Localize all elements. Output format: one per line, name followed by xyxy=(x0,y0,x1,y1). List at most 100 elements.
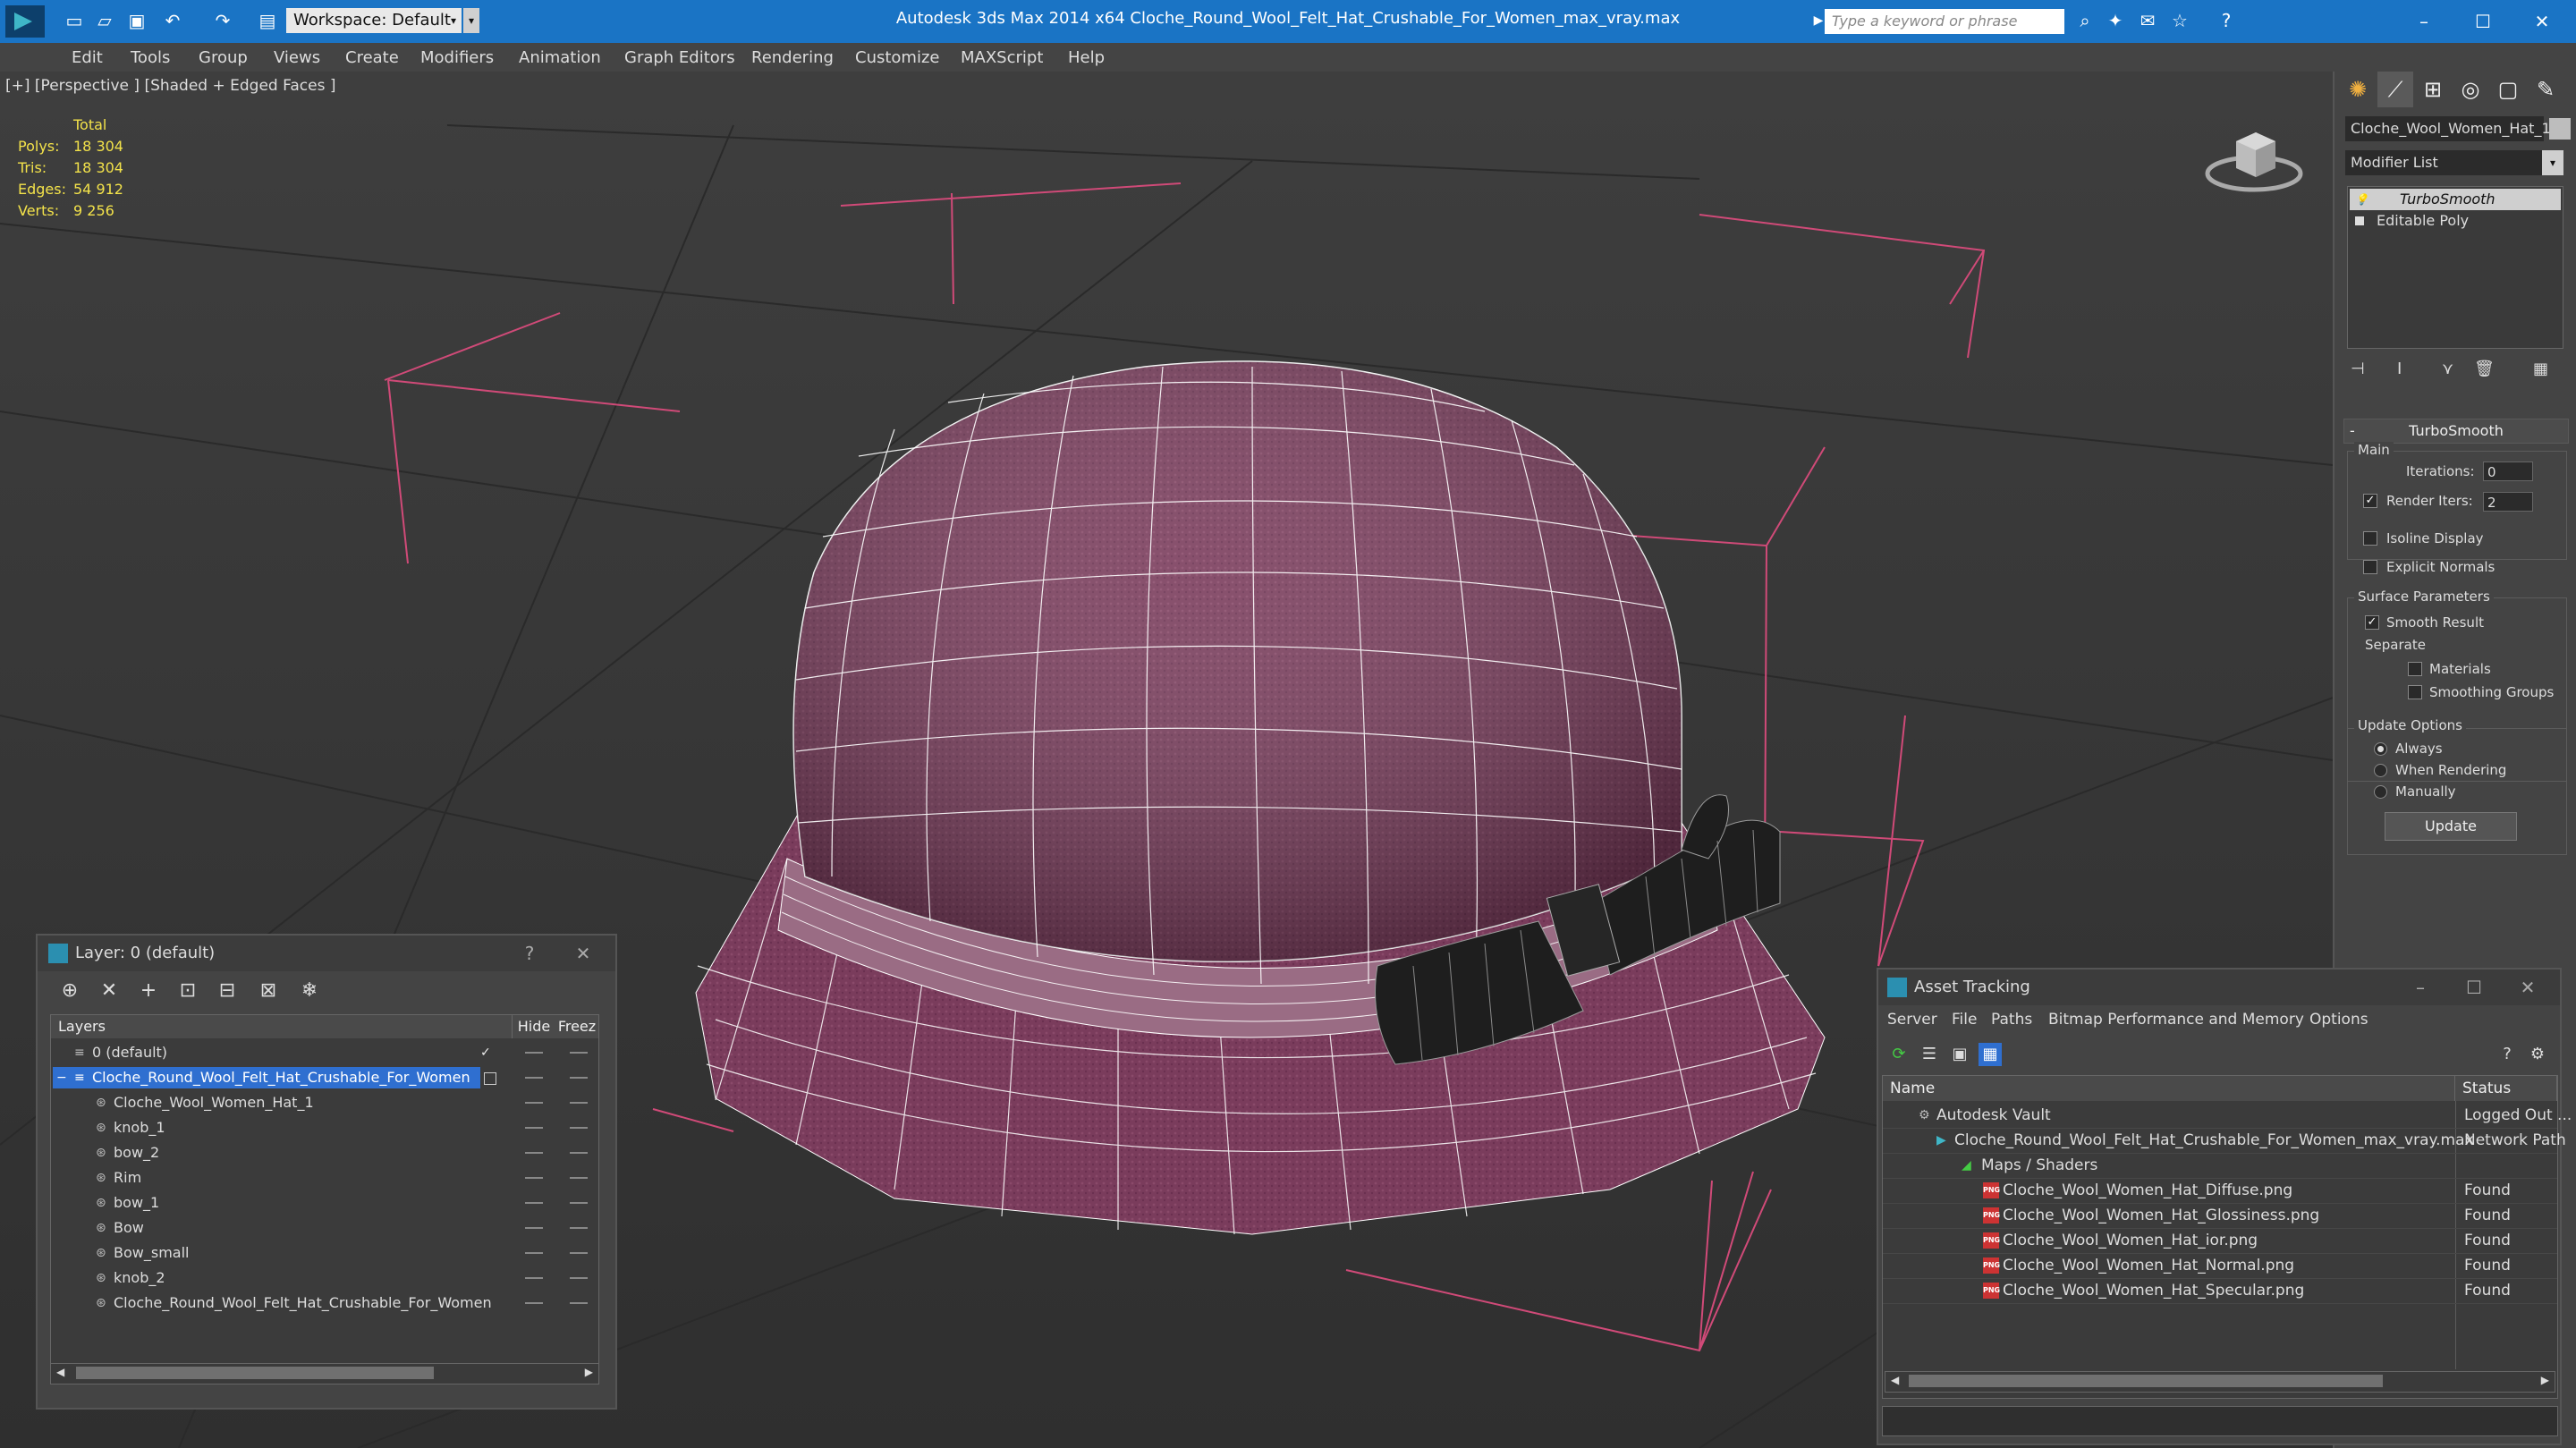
communication-icon[interactable]: ✉ xyxy=(2136,9,2159,32)
list-view-icon[interactable]: ☰ xyxy=(1918,1043,1941,1066)
minimize-button[interactable]: – xyxy=(2397,4,2451,39)
manually-radio[interactable] xyxy=(2374,785,2387,799)
table-row[interactable]: ◢ Maps / Shaders xyxy=(1883,1153,2557,1179)
freeze-toggle[interactable] xyxy=(570,1202,588,1204)
hide-toggle[interactable] xyxy=(525,1127,543,1129)
freeze-all-icon[interactable]: ❄ xyxy=(297,978,322,1003)
maximize-button[interactable]: ☐ xyxy=(2456,970,2492,1005)
col-hide[interactable]: Hide xyxy=(513,1015,556,1038)
refresh-icon[interactable]: ⟳ xyxy=(1887,1043,1911,1066)
display-tab-icon[interactable]: ▢ xyxy=(2490,72,2526,107)
help-button[interactable]: ? xyxy=(512,936,547,971)
hide-all-icon[interactable]: ⊠ xyxy=(256,978,281,1003)
viewcube-icon[interactable] xyxy=(2200,116,2308,197)
highlight-layer-icon[interactable]: ⊟ xyxy=(215,978,240,1003)
table-row[interactable]: − ≡ Cloche_Round_Wool_Felt_Hat_Crushable… xyxy=(51,1065,598,1090)
table-row[interactable]: ⊛ knob_2 xyxy=(51,1266,598,1291)
utilities-tab-icon[interactable]: ✎ xyxy=(2528,72,2563,107)
freeze-toggle[interactable] xyxy=(570,1152,588,1154)
menu-server[interactable]: Server xyxy=(1887,1011,1937,1029)
table-row[interactable]: ⊛ Cloche_Wool_Women_Hat_1 xyxy=(51,1090,598,1115)
hide-toggle[interactable] xyxy=(525,1052,543,1054)
scroll-left-icon[interactable]: ◀ xyxy=(1891,1374,1899,1386)
freeze-toggle[interactable] xyxy=(570,1252,588,1254)
new-layer-icon[interactable]: ⊕ xyxy=(57,978,82,1003)
table-row[interactable]: ▶ Cloche_Round_Wool_Felt_Hat_Crushable_F… xyxy=(1883,1128,2566,1154)
lightbulb-icon[interactable]: 💡 xyxy=(2355,189,2368,210)
col-status[interactable]: Status xyxy=(2455,1076,2557,1101)
freeze-toggle[interactable] xyxy=(570,1102,588,1104)
close-button[interactable]: ✕ xyxy=(2515,4,2569,39)
favorites-star-icon[interactable]: ☆ xyxy=(2168,9,2191,32)
maximize-button[interactable]: ☐ xyxy=(2456,4,2510,39)
object-name-field[interactable]: Cloche_Wool_Women_Hat_1 xyxy=(2345,116,2551,141)
menu-create[interactable]: Create xyxy=(345,48,399,67)
freeze-toggle[interactable] xyxy=(570,1052,588,1054)
hide-toggle[interactable] xyxy=(525,1152,543,1154)
scroll-right-icon[interactable]: ▶ xyxy=(585,1366,593,1378)
modifier-list-dropdown[interactable]: Modifier List ▾ xyxy=(2345,150,2563,175)
table-row[interactable]: PNG Cloche_Wool_Women_Hat_Diffuse.png Fo… xyxy=(1883,1178,2557,1204)
smooth-result-checkbox[interactable]: ✓ xyxy=(2365,615,2379,630)
table-row[interactable]: ≡ 0 (default) ✓ xyxy=(51,1040,598,1065)
menu-graph-editors[interactable]: Graph Editors xyxy=(624,48,735,67)
settings-icon[interactable]: ⚙ xyxy=(2526,1043,2549,1066)
expand-icon[interactable] xyxy=(2355,216,2364,225)
menu-maxscript[interactable]: MAXScript xyxy=(961,48,1043,67)
menu-group[interactable]: Group xyxy=(199,48,248,67)
modify-tab-icon[interactable]: ⟋ xyxy=(2377,72,2413,107)
help-icon[interactable]: ? xyxy=(2496,1043,2519,1066)
close-dialog-button[interactable]: ✕ xyxy=(2510,970,2546,1005)
freeze-toggle[interactable] xyxy=(570,1277,588,1279)
update-button[interactable]: Update xyxy=(2385,812,2517,841)
menu-edit[interactable]: Edit xyxy=(72,48,103,67)
asset-path-field[interactable] xyxy=(1882,1406,2558,1436)
table-view-icon[interactable]: ▦ xyxy=(1979,1043,2002,1066)
menu-animation[interactable]: Animation xyxy=(519,48,601,67)
viewport-label[interactable]: [+] [Perspective ] [Shaded + Edged Faces… xyxy=(5,77,335,95)
isoline-display-checkbox[interactable] xyxy=(2363,531,2377,546)
table-row[interactable]: PNG Cloche_Wool_Women_Hat_Normal.png Fou… xyxy=(1883,1253,2557,1279)
search-input[interactable]: Type a keyword or phrase xyxy=(1825,9,2064,34)
menu-customize[interactable]: Customize xyxy=(855,48,939,67)
make-current-box[interactable] xyxy=(484,1072,496,1085)
object-color-swatch[interactable] xyxy=(2549,118,2571,140)
delete-layer-icon[interactable]: ✕ xyxy=(97,978,122,1003)
render-iters-checkbox[interactable]: ✓ xyxy=(2363,494,2377,508)
menu-rendering[interactable]: Rendering xyxy=(751,48,834,67)
freeze-toggle[interactable] xyxy=(570,1177,588,1179)
freeze-toggle[interactable] xyxy=(570,1227,588,1229)
table-row[interactable]: PNG Cloche_Wool_Women_Hat_Glossiness.png… xyxy=(1883,1203,2557,1229)
col-name[interactable]: Name xyxy=(1883,1076,2455,1101)
hide-toggle[interactable] xyxy=(525,1077,543,1079)
always-radio[interactable] xyxy=(2374,742,2387,756)
collapse-icon[interactable]: − xyxy=(56,1065,67,1090)
hide-toggle[interactable] xyxy=(525,1277,543,1279)
layer-dialog-header[interactable]: Layer: 0 (default) ? ✕ xyxy=(38,936,615,971)
table-row[interactable]: ⊛ Cloche_Round_Wool_Felt_Hat_Crushable_F… xyxy=(51,1291,598,1316)
col-freeze[interactable]: Freez xyxy=(555,1015,599,1038)
scroll-right-icon[interactable]: ▶ xyxy=(2541,1374,2549,1386)
close-dialog-button[interactable]: ✕ xyxy=(565,936,601,971)
show-end-result-icon[interactable]: Ⅰ xyxy=(2397,360,2402,378)
table-row[interactable]: PNG Cloche_Wool_Women_Hat_Specular.png F… xyxy=(1883,1278,2557,1304)
explicit-normals-checkbox[interactable] xyxy=(2363,560,2377,574)
layer-horizontal-scrollbar[interactable]: ◀ ▶ xyxy=(50,1363,599,1384)
table-row[interactable]: ⊛ bow_2 xyxy=(51,1140,598,1165)
configure-sets-icon[interactable]: ▦ xyxy=(2533,360,2548,378)
menu-tools[interactable]: Tools xyxy=(131,48,170,67)
render-iters-spinner[interactable]: 2 xyxy=(2483,492,2533,512)
table-row[interactable]: ⊛ Bow xyxy=(51,1215,598,1241)
hide-toggle[interactable] xyxy=(525,1102,543,1104)
asset-dialog-header[interactable]: Asset Tracking – ☐ ✕ xyxy=(1878,970,2560,1005)
image-view-icon[interactable]: ▣ xyxy=(1948,1043,1971,1066)
menu-bitmap-performance[interactable]: Bitmap Performance and Memory xyxy=(2048,1011,2304,1029)
menu-file[interactable]: File xyxy=(1952,1011,1977,1029)
freeze-toggle[interactable] xyxy=(570,1077,588,1079)
create-tab-icon[interactable]: ✺ xyxy=(2340,72,2376,107)
current-layer-check-icon[interactable]: ✓ xyxy=(480,1040,491,1065)
freeze-toggle[interactable] xyxy=(570,1302,588,1304)
turbosmooth-rollout-header[interactable]: - TurboSmooth xyxy=(2343,419,2569,444)
hide-toggle[interactable] xyxy=(525,1302,543,1304)
col-layers[interactable]: Layers xyxy=(51,1015,513,1038)
